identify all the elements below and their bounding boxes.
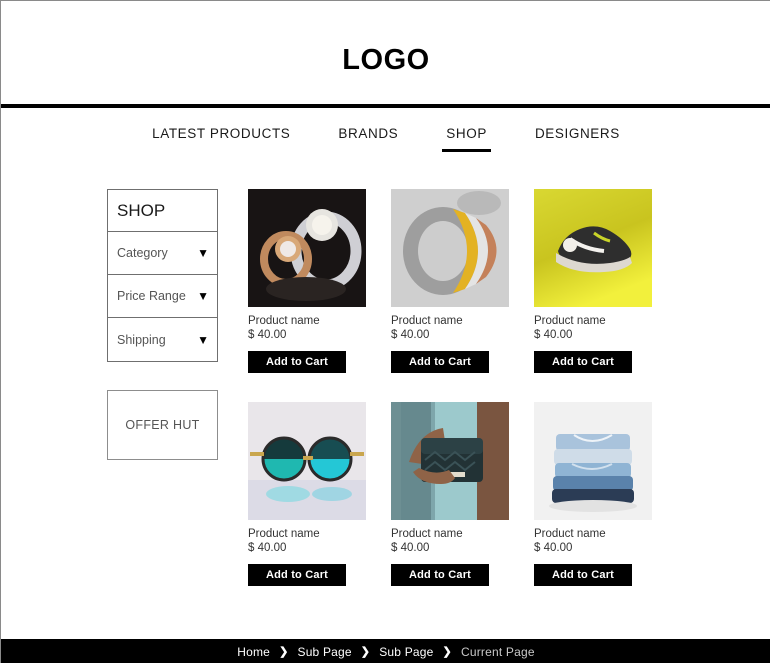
product-image-sneaker-on-yellow[interactable] — [534, 189, 652, 307]
chevron-down-icon: ▼ — [197, 246, 209, 260]
nav-item-shop[interactable]: SHOP — [422, 126, 511, 152]
nav-item-designers[interactable]: DESIGNERS — [511, 126, 644, 141]
product-name: Product name — [248, 315, 320, 327]
offer-hut-box[interactable]: OFFER HUT — [107, 390, 218, 460]
page-content: SHOP Category ▼ Price Range ▼ Shipping ▼ OFFE… — [1, 161, 770, 639]
offer-hut-label: OFFER HUT — [125, 418, 200, 432]
product-price: $ 40.00 — [534, 542, 573, 555]
main-navigation: LATEST PRODUCTS BRANDS SHOP DESIGNERS — [1, 108, 770, 161]
add-to-cart-button[interactable]: Add to Cart — [248, 350, 346, 373]
breadcrumb-separator-icon: ❯ — [360, 646, 371, 658]
product-card: Product name $ 40.00 Add to Cart — [248, 401, 366, 586]
add-to-cart-button[interactable]: Add to Cart — [534, 563, 632, 586]
filter-label: Category — [117, 246, 168, 260]
product-price: $ 40.00 — [248, 329, 287, 342]
sidebar-title: SHOP — [108, 190, 217, 232]
nav-item-label: LATEST PRODUCTS — [152, 126, 291, 141]
filter-price-range[interactable]: Price Range ▼ — [108, 275, 217, 318]
footer-bar: Home ❯ Sub Page ❯ Sub Page ❯ Current Page — [1, 639, 770, 663]
sidebar: SHOP Category ▼ Price Range ▼ Shipping ▼ OFFE… — [107, 189, 218, 460]
nav-item-label: SHOP — [446, 126, 487, 141]
site-header: LOGO — [1, 1, 770, 104]
product-name: Product name — [534, 527, 606, 540]
add-to-cart-button[interactable]: Add to Cart — [248, 563, 346, 586]
breadcrumb-item[interactable]: Home — [237, 645, 270, 659]
product-name: Product name — [391, 315, 463, 327]
product-name: Product name — [248, 527, 320, 540]
add-to-cart-button[interactable]: Add to Cart — [391, 563, 489, 586]
filter-panel: SHOP Category ▼ Price Range ▼ Shipping ▼ — [107, 189, 218, 362]
chevron-down-icon: ▼ — [197, 289, 209, 303]
nav-item-brands[interactable]: BRANDS — [314, 126, 422, 141]
product-price: $ 40.00 — [248, 542, 287, 555]
product-card: Product name $ 40.00 Add to Cart — [391, 189, 509, 373]
breadcrumb-separator-icon: ❯ — [442, 646, 452, 658]
filter-label: Price Range — [117, 289, 186, 303]
shop-page: LOGO LATEST PRODUCTS BRANDS SHOP DESIGNERS … — [0, 0, 770, 663]
filter-category[interactable]: Category ▼ — [108, 232, 217, 275]
product-image-quilted-handbag[interactable] — [391, 401, 509, 520]
breadcrumb-item[interactable]: Sub Page — [379, 645, 433, 659]
breadcrumb: Home ❯ Sub Page ❯ Sub Page ❯ Current Page — [237, 645, 534, 659]
breadcrumb-separator-icon: ❯ — [279, 646, 289, 658]
filter-shipping[interactable]: Shipping ▼ — [108, 318, 217, 361]
product-card: Product name $ 40.00 Add to Cart — [534, 189, 652, 373]
chevron-down-icon: ▼ — [197, 332, 209, 347]
add-to-cart-button[interactable]: Add to Cart — [391, 350, 489, 373]
breadcrumb-item: Current Page — [460, 644, 535, 659]
add-to-cart-button[interactable]: Add to Cart — [534, 350, 632, 373]
product-price: $ 40.00 — [391, 329, 430, 342]
product-price: $ 40.00 — [391, 542, 430, 555]
nav-item-label: BRANDS — [338, 126, 399, 141]
nav-active-underline — [442, 149, 491, 152]
product-price: $ 40.00 — [534, 329, 573, 342]
logo: LOGO — [342, 44, 430, 76]
product-card: Product name $ 40.00 Add to Cart — [248, 189, 366, 373]
nav-item-latest-products[interactable]: LATEST PRODUCTS — [128, 126, 314, 141]
product-name: Product name — [391, 527, 463, 540]
product-image-rings-pearl-diamond[interactable] — [248, 189, 366, 307]
product-grid: Product name $ 40.00 Add to Cart Product na… — [248, 189, 658, 586]
product-card: Product name $ 40.00 Add to Cart — [391, 401, 509, 586]
product-name: Product name — [534, 315, 606, 327]
breadcrumb-item[interactable]: Sub Page — [297, 645, 351, 659]
product-image-round-sunglasses[interactable] — [248, 401, 366, 520]
nav-item-label: DESIGNERS — [534, 126, 620, 141]
filter-label: Shipping — [117, 332, 166, 347]
product-image-folded-denim-stack[interactable] — [534, 401, 652, 520]
product-image-ring-multitone-metal[interactable] — [391, 189, 509, 307]
product-card: Product name $ 40.00 Add to Cart — [534, 401, 652, 586]
